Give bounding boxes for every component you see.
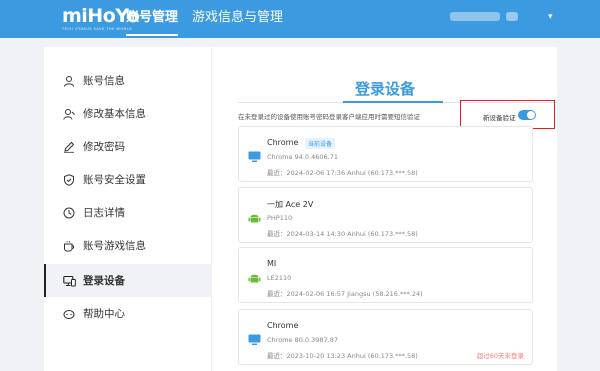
- sidebar-item-label: 修改密码: [83, 141, 125, 153]
- sidebar-item-label: 账号信息: [83, 75, 125, 87]
- android-icon: [248, 269, 261, 283]
- device-name: Chrome: [267, 321, 299, 330]
- user-name-blurred[interactable]: [450, 12, 500, 21]
- sidebar-item-edit-basic-info[interactable]: 修改基本信息: [44, 97, 212, 130]
- sidebar-item-account-info[interactable]: 账号信息: [44, 64, 212, 97]
- device-name: Chrome: [267, 138, 299, 147]
- page-description: 在未登录过的设备使用账号密码登录客户端应用时需要短信验证: [238, 113, 420, 121]
- user-icon: [62, 74, 76, 88]
- top-header: miHoYo TECH OTAKUS SAVE THE WORLD 账号管理 游…: [0, 0, 600, 38]
- shield-icon: [62, 173, 76, 187]
- logo-tagline: TECH OTAKUS SAVE THE WORLD: [62, 27, 133, 31]
- new-device-verify-toggle[interactable]: [518, 110, 536, 120]
- sidebar: 账号信息 修改基本信息 修改密码 账号安全设置 日志详情 账号游戏信息 登录设备…: [44, 47, 212, 371]
- sidebar-item-label: 修改基本信息: [83, 108, 146, 120]
- sidebar-item-game-info[interactable]: 账号游戏信息: [44, 229, 212, 262]
- inactive-warning: 超过60天未登录: [476, 352, 524, 360]
- page-title: 登录设备: [355, 80, 416, 98]
- device-last-login: 最近：2024-03-14 14:30 Anhui (60.173.***.58…: [267, 230, 418, 238]
- sidebar-item-log-details[interactable]: 日志详情: [44, 196, 212, 229]
- devices-icon: [62, 274, 76, 288]
- sidebar-item-label: 账号游戏信息: [83, 240, 146, 252]
- user-edit-icon: [62, 107, 76, 121]
- sidebar-item-label: 账号安全设置: [83, 174, 146, 186]
- android-icon: [248, 209, 261, 223]
- current-device-badge: 当前设备: [305, 138, 336, 149]
- nav-game-info-management[interactable]: 游戏信息与管理: [192, 10, 283, 26]
- sidebar-item-login-devices[interactable]: 登录设备: [44, 264, 212, 297]
- pencil-icon: [62, 140, 76, 154]
- sidebar-item-security-settings[interactable]: 账号安全设置: [44, 163, 212, 196]
- device-model: Chrome 94.0.4606.71: [267, 153, 338, 161]
- new-device-verify-label: 新设备验证: [483, 114, 516, 122]
- device-card[interactable]: 一加 Ace 2V PHP110 最近：2024-03-14 14:30 Anh…: [238, 187, 533, 243]
- device-name: 一加 Ace 2V: [267, 200, 314, 209]
- device-card[interactable]: Chrome Chrome 80.0.3987.87 最近：2023-10-20…: [238, 309, 533, 365]
- sidebar-item-label: 登录设备: [83, 275, 125, 287]
- device-name: MI: [267, 259, 277, 268]
- sidebar-item-label: 帮助中心: [83, 308, 125, 320]
- sidebar-item-change-password[interactable]: 修改密码: [44, 130, 212, 163]
- cup-icon: [62, 239, 76, 253]
- device-last-login: 最近：2023-10-20 13:23 Anhui (60.173.***.58…: [267, 352, 418, 360]
- device-model: Chrome 80.0.3987.87: [267, 336, 338, 344]
- device-last-login: 最近：2024-02-06 17:36 Anhui (60.173.***.58…: [267, 169, 418, 177]
- sidebar-item-label: 日志详情: [83, 207, 125, 219]
- device-card[interactable]: Chrome 当前设备 Chrome 94.0.4606.71 最近：2024-…: [238, 126, 533, 182]
- nav-account-management[interactable]: 账号管理: [126, 10, 179, 36]
- monitor-icon: [248, 148, 261, 162]
- clock-icon: [62, 206, 76, 220]
- device-last-login: 最近：2024-02-06 16:57 Jiangsu (58.216.***.…: [267, 290, 423, 298]
- main-card: 账号信息 修改基本信息 修改密码 账号安全设置 日志详情 账号游戏信息 登录设备…: [44, 47, 558, 371]
- device-model: PHP110: [267, 214, 293, 222]
- user-id-blurred: [506, 12, 518, 21]
- sidebar-item-help-center[interactable]: 帮助中心: [44, 297, 212, 330]
- user-menu-chevron-icon[interactable]: ▾: [548, 12, 553, 22]
- device-model: LE2110: [267, 274, 292, 282]
- device-card[interactable]: MI LE2110 最近：2024-02-06 16:57 Jiangsu (5…: [238, 247, 533, 303]
- title-underline: [343, 101, 443, 103]
- help-icon: [62, 307, 76, 321]
- monitor-icon: [248, 331, 261, 345]
